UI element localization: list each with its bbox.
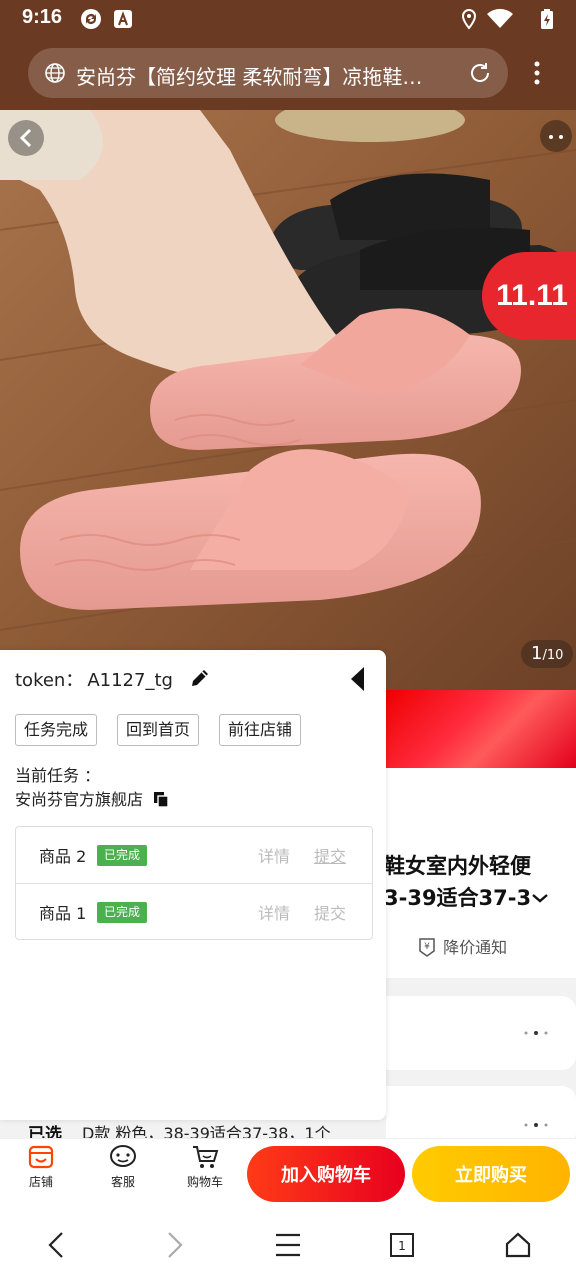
copy-icon[interactable] [152, 790, 170, 808]
svg-text:1: 1 [398, 1239, 406, 1253]
detail-link[interactable]: 详情 [258, 843, 290, 867]
customer-service-icon [110, 1145, 136, 1167]
page-title: 安尚芬【简约纹理 柔软耐弯】凉拖鞋… [76, 65, 423, 89]
price-tag-icon: ¥ [419, 938, 435, 957]
wifi-icon [487, 8, 513, 28]
current-task-store: 安尚芬官方旗舰店 [15, 786, 170, 810]
svg-text:¥: ¥ [424, 942, 430, 952]
edit-pencil-icon[interactable] [189, 667, 211, 689]
service-label: 客服 [110, 1175, 135, 1189]
task-name: 商品 2 [39, 847, 87, 866]
cart-icon [193, 1146, 219, 1168]
status-bar: 9:16 [0, 0, 576, 36]
selected-spec-row[interactable]: 已选 D款 粉色，38-39适合37-38，1个 [0, 1118, 576, 1145]
store-icon [28, 1145, 54, 1169]
product-title-line1: 鞋女室内外轻便 [384, 854, 531, 878]
nav-home-icon[interactable] [504, 1230, 532, 1260]
product-photo [0, 110, 576, 690]
more-button[interactable] [540, 120, 572, 152]
promo-badge-text: 11.11 [496, 279, 568, 312]
task-name: 商品 1 [39, 904, 87, 923]
spec-card[interactable] [386, 996, 576, 1070]
buy-now-button[interactable]: 立即购买 [412, 1146, 570, 1202]
task-panel: token： A1127_tg 任务完成 回到首页 前往店铺 当前任务 ： 安尚芬… [0, 650, 386, 1120]
add-to-cart-button[interactable]: 加入购物车 [247, 1146, 405, 1202]
globe-icon [45, 63, 65, 83]
image-counter: 1/10 [521, 640, 574, 668]
price-notify-label: 降价通知 [443, 938, 508, 957]
task-row: 商品 2 已完成 详情 提交 [16, 827, 372, 883]
product-title: 鞋女室内外轻便 3-39适合37-3 [384, 850, 549, 914]
product-title-line2: 3-39适合37-3 [384, 886, 532, 910]
submit-link[interactable]: 提交 [314, 900, 346, 924]
current-task-label: 当前任务 ： [15, 766, 101, 785]
promo-badge: 11.11 [482, 252, 576, 340]
nav-forward-icon[interactable] [161, 1230, 187, 1260]
collapse-panel-icon[interactable] [348, 665, 368, 693]
task-list: 商品 2 已完成 详情 提交 商品 1 已完成 详情 提交 [15, 826, 373, 940]
image-counter-total: /10 [542, 648, 564, 663]
battery-charging-icon [541, 9, 553, 29]
product-image[interactable]: 11.11 1/10 [0, 110, 576, 690]
promo-banner [386, 690, 576, 768]
chevron-down-icon[interactable] [531, 891, 549, 905]
back-arrow-icon [19, 128, 32, 148]
token-row: token： A1127_tg [15, 666, 211, 692]
image-counter-current: 1 [531, 643, 543, 664]
status-time: 9:16 [22, 6, 63, 28]
product-info-card: 鞋女室内外轻便 3-39适合37-3 ¥ 降价通知 [384, 768, 576, 978]
detail-link[interactable]: 详情 [258, 900, 290, 924]
task-row: 商品 1 已完成 详情 提交 [16, 883, 372, 939]
service-tab[interactable]: 客服 [93, 1143, 153, 1190]
task-done-button[interactable]: 任务完成 [15, 714, 98, 746]
more-dots-icon [549, 135, 563, 139]
cart-tab[interactable]: 购物车 [175, 1143, 235, 1190]
sync-app-icon [81, 9, 101, 29]
status-badge: 已完成 [97, 902, 148, 923]
price-notify-button[interactable]: ¥ 降价通知 [416, 934, 507, 958]
more-dots-icon [524, 1031, 548, 1035]
a-app-icon [114, 10, 132, 28]
store-tab[interactable]: 店铺 [11, 1143, 71, 1190]
reload-icon[interactable] [467, 60, 493, 86]
back-button[interactable] [8, 120, 44, 156]
status-badge: 已完成 [97, 845, 148, 866]
location-icon [461, 8, 477, 30]
store-label: 店铺 [28, 1175, 53, 1189]
action-toolbar: 店铺 客服 购物车 加入购物车 立即购买 [0, 1138, 576, 1210]
nav-back-icon[interactable] [44, 1230, 70, 1260]
home-button[interactable]: 回到首页 [117, 714, 200, 746]
nav-tabs-icon[interactable]: 1 [389, 1230, 415, 1260]
token-value: A1127_tg [87, 670, 173, 691]
current-task-store-name: 安尚芬官方旗舰店 [15, 790, 144, 809]
nav-menu-icon[interactable] [274, 1230, 302, 1260]
address-bar[interactable]: 安尚芬【简约纹理 柔软耐弯】凉拖鞋… [28, 48, 508, 98]
browser-bar: 安尚芬【简约纹理 柔软耐弯】凉拖鞋… [0, 36, 576, 110]
browser-nav-bar: 1 [0, 1210, 576, 1280]
submit-link[interactable]: 提交 [314, 843, 346, 867]
cart-label: 购物车 [186, 1175, 223, 1189]
go-store-button[interactable]: 前往店铺 [219, 714, 302, 746]
token-label: token： [15, 670, 84, 691]
more-vert-icon[interactable] [527, 60, 547, 86]
